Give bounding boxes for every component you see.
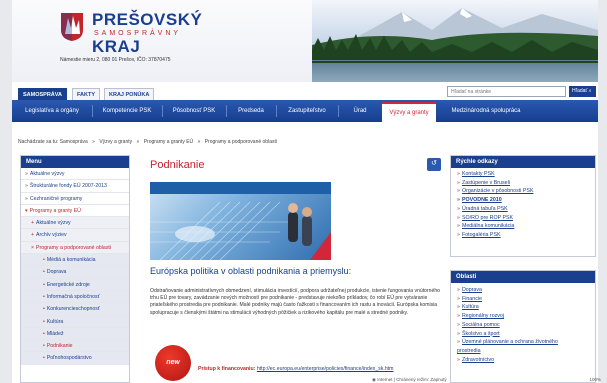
area-link-doprava[interactable]: » Doprava bbox=[451, 286, 595, 295]
header-landscape-image bbox=[312, 0, 598, 82]
tab-kraj-ponuka[interactable]: KRAJ PONÚKA bbox=[104, 88, 155, 100]
nav-zastupitelstvo[interactable]: Zastupiteľstvo bbox=[276, 100, 338, 122]
back-icon: ↺ bbox=[431, 160, 437, 167]
menu-leaf-informacna[interactable]: • Informačná spoločnosť bbox=[21, 290, 129, 304]
globe-icon: ◉ bbox=[372, 377, 376, 382]
page-title: Podnikanie bbox=[150, 159, 205, 171]
breadcrumb-separator: » bbox=[136, 139, 140, 145]
breadcrumb-current: Programy a podporované oblasti bbox=[204, 139, 277, 145]
quick-link-fotogaleria[interactable]: » Fotogaléria PSK bbox=[451, 231, 595, 240]
menu-leaf-mladez[interactable]: • Mládež bbox=[21, 327, 129, 341]
breadcrumb-vyzvy[interactable]: Výzvy a granty bbox=[99, 139, 132, 145]
tab-fakty[interactable]: FAKTY bbox=[72, 88, 101, 100]
search-icon: ⌕ bbox=[588, 88, 592, 94]
search-button[interactable]: Hľadať ⌕ bbox=[569, 86, 596, 97]
menu-subitem-archiv-vyziev[interactable]: + Archív výziev bbox=[21, 229, 129, 242]
search-button-label: Hľadať bbox=[572, 88, 588, 94]
area-link-kultura[interactable]: » Kultúra bbox=[451, 303, 595, 312]
menu-leaf-energeticke[interactable]: • Energetické zdroje bbox=[21, 278, 129, 291]
header-address: Námestie mieru 2, 080 01 Prešov, IČO: 37… bbox=[60, 57, 171, 63]
area-link-regionalny-rozvoj[interactable]: » Regionálny rozvoj bbox=[451, 312, 595, 321]
browser-status-bar: ◉ Internet | Chránený režim: Zapnutý 100… bbox=[350, 377, 607, 383]
area-link-uzemne-planovanie[interactable]: » Územné plánovanie a ochrana životného p… bbox=[451, 338, 581, 355]
menu-item-cezhranicne[interactable]: » Cezhraničné programy bbox=[21, 193, 129, 205]
menu-item-programy-a-granty[interactable]: ▾ Programy a granty EÚ bbox=[21, 205, 129, 218]
area-link-financie[interactable]: » Financie bbox=[451, 295, 595, 304]
breadcrumb-start[interactable]: Nachádzate sa tu: Samospráva bbox=[18, 139, 88, 145]
banner-graphic bbox=[150, 182, 331, 260]
tab-samosprava[interactable]: SAMOSPRÁVA bbox=[18, 88, 68, 100]
logo-text-presovsky[interactable]: PREŠOVSKÝ bbox=[92, 10, 202, 30]
menu-leaf-kultura[interactable]: • Kultúra bbox=[21, 315, 129, 328]
quick-link-organizacie[interactable]: » Organizácie v pôsobnosti PSK bbox=[451, 187, 595, 196]
nav-kompetencie[interactable]: Kompetencie PSK bbox=[92, 100, 162, 122]
menu-item-aktualne-vyzvy[interactable]: » Aktuálne výzvy bbox=[21, 168, 129, 181]
coat-of-arms-icon[interactable] bbox=[60, 12, 84, 42]
breadcrumb-separator: » bbox=[92, 139, 95, 145]
back-button[interactable]: ↺ bbox=[427, 158, 441, 171]
nav-urad[interactable]: Úrad bbox=[338, 100, 382, 122]
left-menu: Menu » Aktuálne výzvy » Štrukturálne fondy… bbox=[20, 155, 130, 383]
quick-link-zastupenie[interactable]: » Zastúpenie v Bruseli bbox=[451, 179, 595, 188]
menu-leaf-polnohospodarstvo[interactable]: • Poľnohospodárstvo bbox=[21, 352, 129, 365]
nav-legislativa[interactable]: Legislatíva a orgány bbox=[12, 100, 92, 122]
zoom-level[interactable]: 100% bbox=[589, 377, 601, 382]
financing-link-line: Prístup k financovaniu: http://ec.europa… bbox=[198, 366, 394, 372]
main-nav: Legislatíva a orgány Kompetencie PSK Pôs… bbox=[12, 100, 598, 122]
menu-leaf-konkurencieschopnost[interactable]: • Konkurencieschopnosť bbox=[21, 303, 129, 316]
logo-text-samospravny[interactable]: SAMOSPRÁVNY bbox=[94, 30, 181, 37]
financing-link[interactable]: http://ec.europa.eu/enterprise/policies/… bbox=[257, 366, 394, 372]
status-zone: Internet | Chránený režim: Zapnutý bbox=[377, 377, 447, 382]
section-title: Európska politika v oblasti podnikania a… bbox=[150, 266, 352, 276]
menu-subitem-programy-oblasti[interactable]: × Programy a podporované oblasti bbox=[21, 241, 129, 255]
nav-predseda[interactable]: Predseda bbox=[226, 100, 276, 122]
breadcrumb: Nachádzate sa tu: Samospráva » Výzvy a g… bbox=[18, 139, 280, 145]
nav-medzinarodna-spolupraca[interactable]: Medzinárodná spolupráca bbox=[436, 100, 536, 122]
menu-leaf-media[interactable]: • Médiá a komunikácia bbox=[21, 254, 129, 267]
site-header: PREŠOVSKÝ SAMOSPRÁVNY KRAJ Námestie mier… bbox=[12, 0, 598, 82]
quick-links-box: Rýchle odkazy » Kontakty PSK » Zastúpenie … bbox=[450, 155, 596, 257]
quick-links-title: Rýchle odkazy bbox=[451, 156, 595, 168]
breadcrumb-separator: » bbox=[197, 139, 201, 145]
logo-text-kraj[interactable]: KRAJ bbox=[92, 37, 140, 57]
nav-posobnost[interactable]: Pôsobnosť PSK bbox=[162, 100, 226, 122]
new-badge: new bbox=[155, 345, 191, 381]
areas-title: Oblasti bbox=[451, 271, 595, 283]
breadcrumb-programy[interactable]: Programy a granty EÚ bbox=[144, 139, 193, 145]
area-link-skolstvo[interactable]: » Školstvo a šport bbox=[451, 330, 595, 339]
menu-leaf-podnikanie[interactable]: • Podnikanie bbox=[21, 340, 129, 353]
quick-link-povodne[interactable]: » POVODNE 2010 bbox=[451, 196, 595, 205]
menu-subitem-aktualne-vyzvy[interactable]: + Aktuálne výzvy bbox=[21, 217, 129, 230]
financing-link-label: Prístup k financovaniu: bbox=[198, 366, 256, 372]
business-banner-image bbox=[150, 182, 331, 260]
quick-link-kontakty[interactable]: » Kontakty PSK bbox=[451, 170, 595, 179]
area-link-socialna-pomoc[interactable]: » Sociálna pomoc bbox=[451, 321, 595, 330]
body-paragraph: Odstraňovanie administratívnych obmedzen… bbox=[150, 288, 441, 316]
quick-link-medialna[interactable]: » Mediálna komunikácia bbox=[451, 222, 595, 231]
menu-item-strukturalne-fondy[interactable]: » Štrukturálne fondy EÚ 2007-2013 bbox=[21, 180, 129, 193]
menu-leaf-doprava[interactable]: • Doprava bbox=[21, 266, 129, 279]
browser-page: PREŠOVSKÝ SAMOSPRÁVNY KRAJ Námestie mier… bbox=[12, 0, 598, 383]
areas-box: Oblasti » Doprava » Financie » Kultúra » Reg… bbox=[450, 270, 596, 383]
menu-title: Menu bbox=[21, 156, 129, 168]
search-input[interactable]: Hľadať na stránke bbox=[447, 86, 566, 97]
quick-link-so-ro[interactable]: » SO/RO pre ROP PSK bbox=[451, 214, 595, 223]
nav-vyzvy-a-granty[interactable]: Výzvy a granty bbox=[382, 102, 436, 122]
quick-link-uradna-tabula[interactable]: » Úradná tabuľa PSK bbox=[451, 205, 595, 214]
area-link-zdravotnictvo[interactable]: » Zdravotníctvo bbox=[451, 356, 595, 365]
